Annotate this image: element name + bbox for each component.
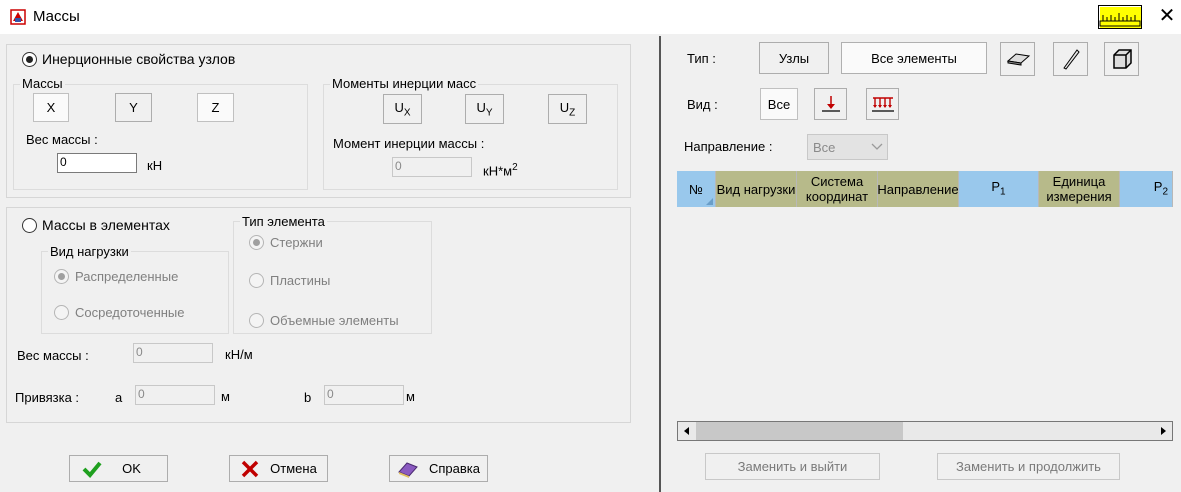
element-type-title: Тип элемента (240, 214, 327, 229)
ruler-icon (1099, 13, 1141, 27)
replace-exit-button[interactable]: Заменить и выйти (705, 453, 880, 480)
rods-radio[interactable] (249, 235, 264, 250)
b-unit: м (406, 389, 415, 404)
element-weight-label: Вес массы : (17, 348, 89, 363)
rod-icon (1062, 49, 1080, 70)
moments-group-title: Моменты инерции масс (330, 76, 479, 91)
binding-label: Привязка : (15, 390, 80, 405)
ruler-button[interactable] (1098, 5, 1142, 29)
load-table-header: № Вид нагрузки Система координат Направл… (677, 171, 1173, 207)
window-title: Массы (33, 8, 80, 25)
z-toggle[interactable]: Z (197, 93, 234, 122)
scroll-left-icon[interactable] (678, 422, 696, 440)
plates-label: Пластины (270, 273, 331, 288)
a-unit: м (221, 389, 230, 404)
a-label: a (115, 390, 123, 405)
direction-label: Направление : (684, 139, 773, 154)
plates-radio[interactable] (249, 273, 264, 288)
view-label: Вид : (687, 97, 718, 112)
col-number[interactable]: № (677, 171, 716, 207)
rods-label: Стержни (270, 235, 323, 250)
elements-radio[interactable] (22, 218, 37, 233)
solids-radio[interactable] (249, 313, 264, 328)
moment-input[interactable]: 0 (392, 157, 472, 177)
panel-divider (659, 36, 661, 492)
ux-button[interactable]: UX (383, 94, 422, 124)
solid-filter-button[interactable] (1104, 42, 1139, 76)
masses-group-title: Массы (20, 76, 65, 91)
element-weight-unit: кН/м (225, 347, 253, 362)
col-p1[interactable]: P1 (959, 171, 1039, 207)
distributed-label: Распределенные (75, 269, 179, 284)
col-p2[interactable]: P2 (1120, 171, 1173, 207)
all-elements-button[interactable]: Все элементы (841, 42, 987, 74)
load-type-title: Вид нагрузки (48, 244, 131, 259)
replace-continue-button[interactable]: Заменить и продолжить (937, 453, 1120, 480)
element-weight-input[interactable]: 0 (133, 343, 213, 363)
concentrated-radio[interactable] (54, 305, 69, 320)
load-table-body (677, 207, 1173, 421)
node-weight-input[interactable]: 0 (57, 153, 137, 173)
nodes-radio-label: Инерционные свойства узлов (42, 51, 236, 67)
sort-corner-icon (706, 198, 713, 205)
y-toggle[interactable]: Y (115, 93, 152, 122)
plate-icon (1006, 53, 1030, 66)
elements-radio-label: Массы в элементах (42, 217, 170, 233)
distributed-load-button[interactable] (866, 88, 899, 120)
node-weight-label: Вес массы : (26, 132, 98, 147)
moment-unit: кН*м2 (483, 162, 518, 179)
nodes-type-button[interactable]: Узлы (759, 42, 829, 74)
scroll-right-icon[interactable] (1154, 422, 1172, 440)
ok-button[interactable]: OK (69, 455, 168, 482)
title-bar: Массы ✕ (0, 0, 1181, 34)
col-unit[interactable]: Единица измерения (1039, 171, 1120, 207)
b-input[interactable]: 0 (324, 385, 404, 405)
load-type-group (41, 251, 229, 334)
cancel-x-icon (241, 460, 259, 477)
col-load-type[interactable]: Вид нагрузки (716, 171, 797, 207)
scroll-thumb[interactable] (696, 422, 903, 440)
distributed-radio[interactable] (54, 269, 69, 284)
node-weight-unit: кН (147, 158, 163, 173)
horizontal-scrollbar[interactable] (677, 421, 1173, 441)
plate-filter-button[interactable] (1000, 42, 1035, 76)
moment-label: Момент инерции массы : (333, 136, 485, 151)
help-button[interactable]: Справка (389, 455, 488, 482)
concentrated-load-button[interactable] (814, 88, 847, 120)
direction-select[interactable]: Все (807, 134, 888, 160)
col-direction[interactable]: Направление (878, 171, 959, 207)
b-label: b (304, 390, 312, 405)
x-toggle[interactable]: X (33, 93, 69, 122)
view-all-button[interactable]: Все (760, 88, 798, 120)
point-load-icon (821, 96, 840, 112)
col-coord-system[interactable]: Система координат (797, 171, 878, 207)
uz-button[interactable]: UZ (548, 94, 587, 124)
distributed-load-icon (871, 97, 894, 112)
cancel-button[interactable]: Отмена (229, 455, 328, 482)
cube-icon (1112, 49, 1132, 69)
check-icon (82, 461, 102, 478)
help-book-icon (398, 461, 418, 478)
concentrated-label: Сосредоточенные (75, 305, 185, 320)
uy-button[interactable]: UY (465, 94, 504, 124)
solids-label: Объемные элементы (270, 313, 399, 328)
rod-filter-button[interactable] (1053, 42, 1088, 76)
type-label: Тип : (687, 51, 716, 66)
app-icon (10, 9, 26, 25)
close-icon[interactable]: ✕ (1156, 4, 1178, 28)
a-input[interactable]: 0 (135, 385, 215, 405)
chevron-down-icon (871, 143, 883, 150)
nodes-radio[interactable] (22, 52, 37, 67)
